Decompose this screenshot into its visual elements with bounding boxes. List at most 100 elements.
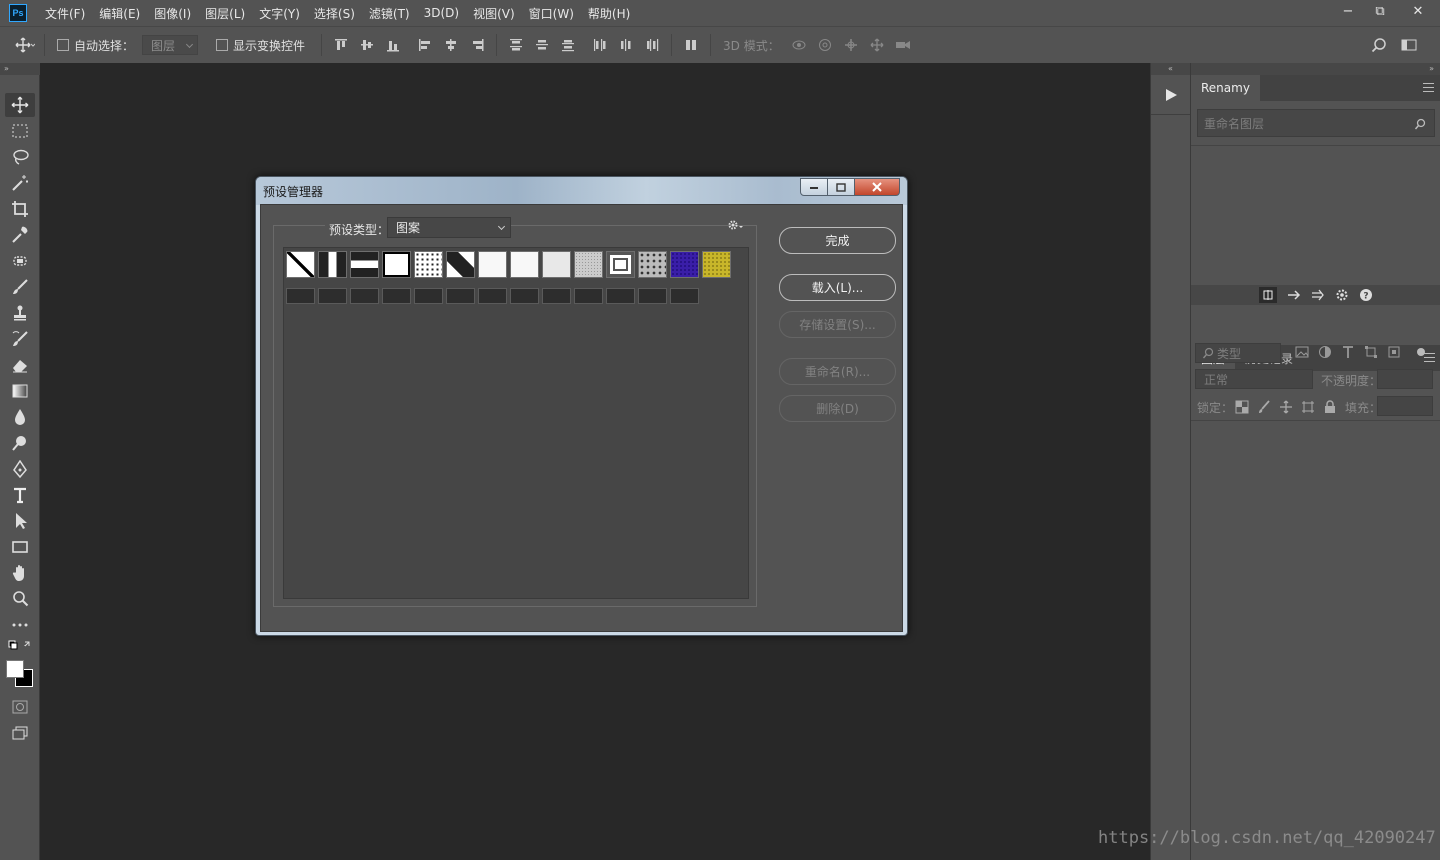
close-button[interactable]: ✕ <box>1396 0 1440 22</box>
type-tool-icon[interactable] <box>5 483 35 507</box>
menu-layer[interactable]: 图层(L) <box>205 5 245 22</box>
rename-button[interactable]: 重命名(R)... <box>779 358 896 385</box>
filter-toggle-icon[interactable] <box>1416 347 1426 357</box>
menu-select[interactable]: 选择(S) <box>314 5 355 22</box>
eyedropper-icon[interactable] <box>5 223 35 247</box>
align-top-icon[interactable] <box>328 32 354 58</box>
menu-window[interactable]: 窗口(W) <box>529 5 574 22</box>
preset-type-dropdown[interactable]: 图案 <box>387 217 511 238</box>
default-colors-icon[interactable] <box>5 638 35 654</box>
auto-select-checkbox[interactable] <box>57 39 69 51</box>
pattern-swatch[interactable] <box>638 251 667 278</box>
preset-options-gear-icon[interactable] <box>727 219 745 231</box>
actions-play-icon[interactable] <box>1151 75 1191 115</box>
tab-renamy[interactable]: Renamy <box>1191 75 1260 101</box>
distribute-horizontal-center-icon[interactable] <box>613 32 639 58</box>
search-icon[interactable] <box>1366 32 1392 58</box>
lock-transparent-pixels-icon[interactable] <box>1235 400 1249 414</box>
clone-stamp-icon[interactable] <box>5 301 35 325</box>
tools-panel-collapse[interactable]: » <box>0 63 40 75</box>
menu-3d[interactable]: 3D(D) <box>424 6 459 20</box>
done-button[interactable]: 完成 <box>779 227 896 254</box>
foreground-color-swatch[interactable] <box>6 660 24 678</box>
pixel-layer-filter-icon[interactable] <box>1295 346 1309 358</box>
pattern-swatch[interactable] <box>574 288 603 304</box>
save-set-button[interactable]: 存储设置(S)... <box>779 311 896 338</box>
pattern-swatch[interactable] <box>286 288 315 304</box>
menu-image[interactable]: 图像(I) <box>154 5 191 22</box>
pattern-swatch[interactable] <box>606 288 635 304</box>
zoom-icon[interactable] <box>5 587 35 611</box>
load-button[interactable]: 载入(L)... <box>779 274 896 301</box>
rectangle-shape-icon[interactable] <box>5 535 35 559</box>
pattern-swatch[interactable] <box>286 251 315 278</box>
menu-view[interactable]: 视图(V) <box>473 5 515 22</box>
pattern-swatch[interactable] <box>670 251 699 278</box>
strip-collapse[interactable]: « <box>1151 63 1190 75</box>
quick-mask-icon[interactable] <box>5 695 35 719</box>
pattern-swatch[interactable] <box>350 251 379 278</box>
menu-file[interactable]: 文件(F) <box>45 5 85 22</box>
pattern-swatch[interactable] <box>606 251 635 278</box>
lock-artboard-icon[interactable] <box>1301 400 1315 414</box>
pattern-swatch[interactable] <box>574 251 603 278</box>
menu-help[interactable]: 帮助(H) <box>588 5 630 22</box>
lock-all-icon[interactable] <box>1323 400 1337 414</box>
workspace-switcher-icon[interactable] <box>1396 32 1422 58</box>
shape-layer-filter-icon[interactable] <box>1364 345 1378 359</box>
3d-roll-icon[interactable] <box>812 32 838 58</box>
opacity-field[interactable] <box>1377 369 1433 389</box>
pattern-swatch[interactable] <box>542 251 571 278</box>
renamy-search-field[interactable]: 重命名图层 <box>1197 109 1435 137</box>
pattern-swatch[interactable] <box>510 251 539 278</box>
magic-wand-icon[interactable] <box>5 171 35 195</box>
lock-position-icon[interactable] <box>1279 400 1293 414</box>
screen-mode-icon[interactable] <box>5 721 35 745</box>
path-selection-icon[interactable] <box>5 509 35 533</box>
pattern-swatch[interactable] <box>382 288 411 304</box>
menu-filter[interactable]: 滤镜(T) <box>369 5 410 22</box>
adjustment-layer-filter-icon[interactable] <box>1318 345 1332 359</box>
distribute-left-icon[interactable] <box>587 32 613 58</box>
type-layer-filter-icon[interactable] <box>1341 345 1355 359</box>
3d-orbit-icon[interactable] <box>786 32 812 58</box>
arrow-right-icon[interactable] <box>1287 289 1301 301</box>
pattern-swatch[interactable] <box>318 251 347 278</box>
more-tools-icon[interactable] <box>5 613 35 637</box>
3d-pan-icon[interactable] <box>838 32 864 58</box>
pattern-swatch[interactable] <box>414 251 443 278</box>
help-icon[interactable]: ? <box>1359 288 1373 302</box>
distribute-top-icon[interactable] <box>503 32 529 58</box>
auto-align-layers-icon[interactable] <box>678 32 704 58</box>
pattern-swatch[interactable] <box>510 288 539 304</box>
distribute-bottom-icon[interactable] <box>555 32 581 58</box>
show-transform-checkbox[interactable] <box>216 39 229 51</box>
pattern-swatch[interactable] <box>350 288 379 304</box>
restore-button[interactable]: ⧉ <box>1364 0 1396 22</box>
rectangular-marquee-icon[interactable] <box>5 119 35 143</box>
fill-field[interactable] <box>1377 396 1433 416</box>
auto-select-target-dropdown[interactable]: 图层 <box>142 35 199 55</box>
pen-icon[interactable] <box>5 457 35 481</box>
healing-brush-icon[interactable] <box>5 249 35 273</box>
double-arrow-right-icon[interactable] <box>1311 289 1325 301</box>
move-tool-preset-icon[interactable] <box>12 32 38 58</box>
menu-edit[interactable]: 编辑(E) <box>99 5 140 22</box>
brush-icon[interactable] <box>5 275 35 299</box>
dodge-icon[interactable] <box>5 431 35 455</box>
settings-gear-icon[interactable] <box>1335 288 1349 302</box>
pattern-swatch[interactable] <box>542 288 571 304</box>
align-left-icon[interactable] <box>412 32 438 58</box>
blur-icon[interactable] <box>5 405 35 429</box>
menu-type[interactable]: 文字(Y) <box>259 5 300 22</box>
pattern-swatch[interactable] <box>478 288 507 304</box>
pattern-swatch-grid[interactable] <box>283 247 749 599</box>
history-brush-icon[interactable] <box>5 327 35 351</box>
gradient-icon[interactable] <box>5 379 35 403</box>
lock-image-pixels-icon[interactable] <box>1257 400 1271 414</box>
align-bottom-icon[interactable] <box>380 32 406 58</box>
dialog-close-button[interactable] <box>854 178 900 196</box>
panel-menu-icon[interactable] <box>1423 83 1434 92</box>
pattern-swatch[interactable] <box>318 288 347 304</box>
dialog-minimize-button[interactable] <box>800 178 828 196</box>
